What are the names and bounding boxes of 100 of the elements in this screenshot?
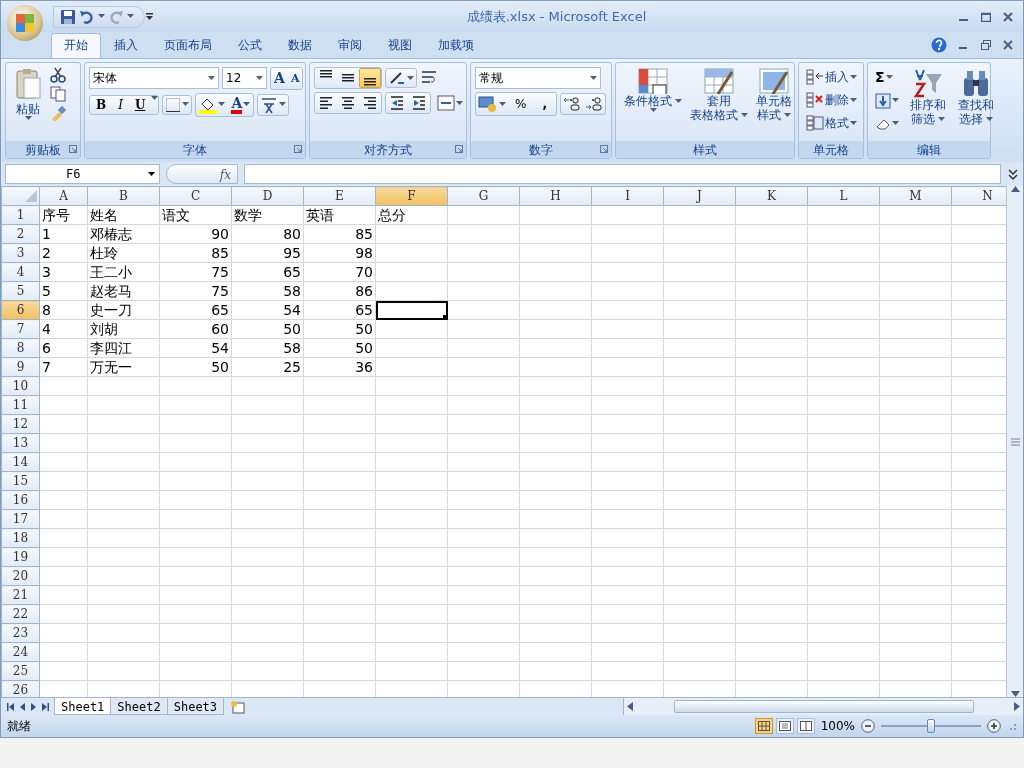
column-header[interactable]: D (231, 186, 304, 206)
close-icon[interactable] (1003, 11, 1013, 22)
autosum-button[interactable]: Σ (872, 67, 902, 88)
zoom-out-icon[interactable] (861, 719, 875, 733)
customize-icon[interactable] (145, 12, 154, 21)
font-color-button[interactable]: A (228, 93, 254, 116)
zoom-slider[interactable] (881, 719, 981, 733)
fill-button[interactable] (872, 90, 902, 111)
dialog-launcher-icon[interactable] (455, 145, 463, 153)
last-sheet-icon[interactable] (42, 702, 49, 711)
active-cell[interactable] (375, 300, 448, 320)
percent-button[interactable]: % (508, 93, 534, 115)
column-header[interactable]: M (879, 186, 952, 206)
font-name-field[interactable]: 宋体 (89, 67, 219, 90)
ribbon-tab[interactable]: 加载项 (425, 33, 487, 58)
insert-sheet-icon[interactable] (230, 699, 247, 714)
table-cell: 75 (159, 281, 232, 301)
formula-input[interactable] (244, 164, 1001, 184)
underline-button[interactable]: U (128, 95, 152, 114)
dialog-launcher-icon[interactable] (600, 145, 608, 153)
column-header[interactable]: E (303, 186, 376, 206)
sheet-tab[interactable]: Sheet3 (166, 698, 225, 715)
delete-button[interactable]: 删除 (803, 90, 860, 110)
resize-grip-icon[interactable] (1007, 721, 1017, 731)
borders-button[interactable] (162, 94, 193, 115)
format-as-table-button[interactable]: 套用 表格格式 (686, 67, 752, 124)
ribbon-tab[interactable]: 视图 (375, 33, 425, 58)
close-icon[interactable] (1003, 40, 1013, 50)
first-sheet-icon[interactable] (7, 702, 14, 711)
next-sheet-icon[interactable] (31, 702, 36, 711)
column-header[interactable]: G (447, 186, 520, 206)
sort-filter-button[interactable]: 排序和 筛选 (906, 67, 950, 128)
column-header[interactable]: C (159, 186, 232, 206)
dialog-launcher-icon[interactable] (69, 145, 77, 153)
ribbon-tab[interactable]: 开始 (51, 33, 101, 58)
currency-button[interactable] (476, 93, 508, 115)
ribbon-tab[interactable]: 公式 (225, 33, 275, 58)
insert-button[interactable]: 插入 (803, 67, 860, 87)
top-align-icon (320, 70, 332, 78)
expand-icon[interactable] (1007, 166, 1019, 182)
scroll-grip-icon[interactable] (1010, 437, 1020, 446)
name-box[interactable]: F6 (5, 164, 160, 184)
conditional-formatting-button[interactable]: 条件格式 (620, 67, 686, 115)
find-select-button[interactable]: 查找和 选择 (954, 67, 998, 128)
undo-icon[interactable] (79, 8, 95, 25)
sheet-tab[interactable]: Sheet2 (110, 698, 168, 715)
ribbon-tab[interactable]: 数据 (275, 33, 325, 58)
save-icon[interactable] (60, 8, 76, 25)
scroll-left-icon[interactable] (627, 702, 633, 711)
previous-sheet-icon[interactable] (20, 702, 25, 711)
number-format-field[interactable]: 常规 (475, 67, 601, 89)
bottom-align-button[interactable] (359, 68, 381, 88)
restore-icon[interactable] (981, 40, 991, 50)
caret-icon (784, 113, 791, 119)
sheet-tab[interactable]: Sheet1 (54, 698, 112, 715)
table-cell: 65 (231, 262, 304, 282)
zoom-thumb[interactable] (927, 719, 935, 733)
table-cell: 6 (39, 338, 88, 358)
comma-button[interactable]: , (533, 93, 556, 115)
copy-icon[interactable] (50, 86, 66, 102)
maximize-icon[interactable] (981, 11, 991, 22)
column-header[interactable]: L (807, 186, 880, 206)
merge-center-button[interactable] (434, 93, 466, 113)
column-header[interactable]: I (591, 186, 664, 206)
cell-styles-button[interactable]: 单元格 样式 (752, 67, 796, 124)
normal-view-button[interactable] (754, 718, 773, 734)
column-header[interactable]: F (375, 186, 448, 206)
format-button[interactable]: 格式 (803, 113, 860, 133)
column-header[interactable]: K (735, 186, 808, 206)
ribbon-tab[interactable]: 插入 (101, 33, 151, 58)
page-layout-view-button[interactable] (775, 718, 794, 734)
zoom-in-icon[interactable] (987, 719, 1001, 733)
column-header[interactable]: H (519, 186, 592, 206)
page-break-view-button[interactable] (796, 718, 815, 734)
caret-icon (590, 75, 597, 81)
shrink-font-button[interactable]: A (287, 68, 303, 89)
group-label: 对齐方式 (364, 141, 412, 159)
table-cell: 36 (303, 357, 376, 377)
scissors-icon[interactable] (50, 67, 66, 83)
scroll-thumb[interactable] (673, 700, 974, 713)
insert-function-button[interactable]: fx (166, 164, 238, 184)
help-icon[interactable] (931, 37, 947, 53)
column-header[interactable]: A (39, 186, 88, 206)
scroll-right-icon[interactable] (1014, 702, 1020, 711)
office-button[interactable] (7, 5, 43, 41)
phonetic-button[interactable] (257, 93, 290, 116)
format-painter-icon[interactable] (50, 105, 66, 121)
column-header[interactable]: N (951, 186, 1006, 206)
italic-button[interactable]: I (112, 95, 129, 114)
orientation-button[interactable] (385, 68, 417, 88)
paste-button[interactable]: 粘贴 (10, 67, 46, 123)
ribbon-tab[interactable]: 审阅 (325, 33, 375, 58)
column-header[interactable]: J (663, 186, 736, 206)
ribbon-tab[interactable]: 页面布局 (151, 33, 225, 58)
column-header[interactable]: B (87, 186, 160, 206)
caret-icon (256, 75, 263, 81)
grow-font-button[interactable]: A (271, 68, 288, 89)
bold-button[interactable]: B (90, 95, 113, 114)
dialog-launcher-icon[interactable] (294, 145, 302, 153)
font-size-field[interactable]: 12 (222, 67, 267, 90)
